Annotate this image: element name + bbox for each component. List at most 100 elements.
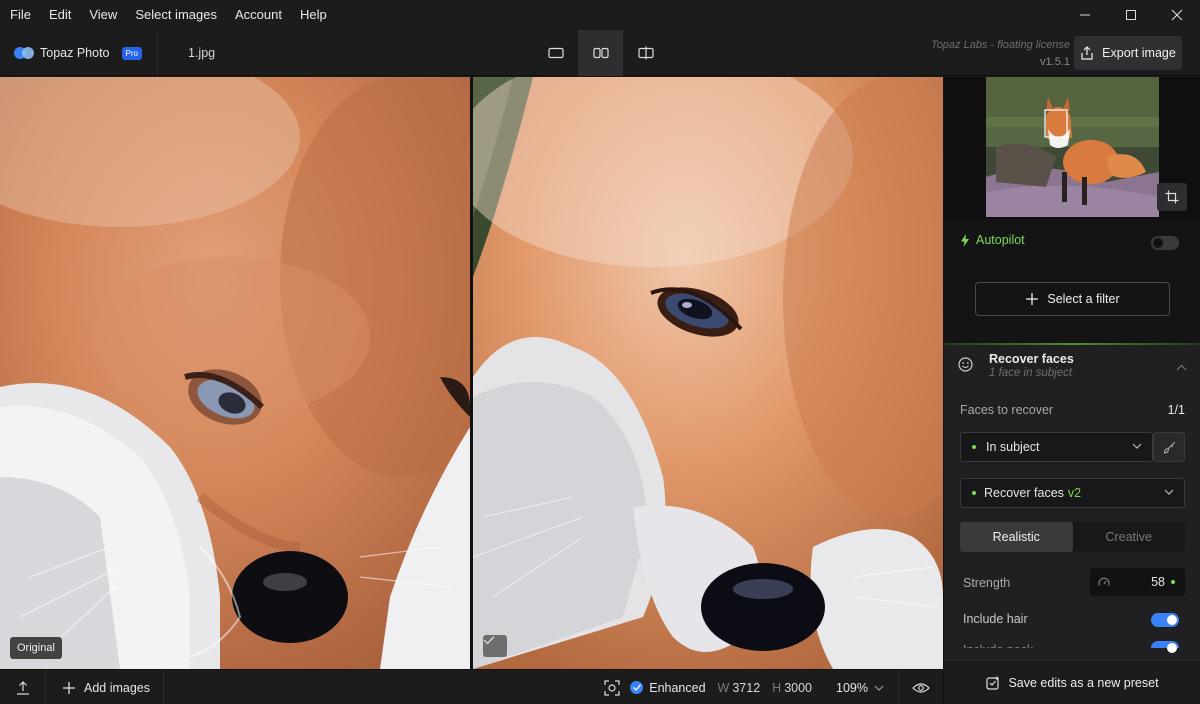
- enhanced-pane[interactable]: [473, 77, 943, 669]
- autopilot-section: Autopilot Select a filter: [944, 219, 1200, 345]
- check-icon: [483, 636, 495, 645]
- model-dropdown[interactable]: Recover faces v2: [960, 478, 1185, 508]
- strength-label: Strength: [963, 576, 1011, 590]
- face-icon-wrap: [958, 357, 973, 375]
- snapshot-button[interactable]: [594, 679, 630, 696]
- chevron-down-icon: [1132, 443, 1142, 449]
- section-title[interactable]: Recover faces: [989, 352, 1189, 366]
- model-version: v2: [1067, 486, 1082, 500]
- minimize-button[interactable]: [1062, 0, 1108, 30]
- navigator: [944, 77, 1200, 219]
- menu-help[interactable]: Help: [291, 0, 336, 30]
- right-panel: Autopilot Select a filter Recover faces …: [943, 77, 1200, 704]
- single-view-icon: [547, 47, 564, 59]
- collapse-section-button[interactable]: [1176, 359, 1187, 374]
- view-mode-group: [533, 30, 668, 76]
- image-viewer[interactable]: Original: [0, 77, 943, 669]
- side-by-side-icon: [592, 47, 609, 59]
- menu-edit[interactable]: Edit: [40, 0, 80, 30]
- upload-button[interactable]: [0, 670, 46, 704]
- chevron-down-icon: [1164, 489, 1174, 495]
- license-text: Topaz Labs - floating license: [930, 39, 1070, 51]
- eye-icon: [912, 682, 930, 693]
- fox-thumbnail-image: [986, 77, 1159, 217]
- mask-brush-button[interactable]: [1153, 432, 1185, 462]
- zoom-value: 109%: [836, 680, 868, 695]
- crop-icon: [1165, 190, 1179, 204]
- window-controls: [1062, 0, 1200, 30]
- split-view-button[interactable]: [623, 30, 668, 76]
- chevron-down-icon: [874, 685, 884, 691]
- enhanced-fox-image: [473, 77, 943, 669]
- width-readout: W 3712: [717, 680, 761, 695]
- height-readout: H 3000: [772, 680, 813, 695]
- single-view-button[interactable]: [533, 30, 578, 76]
- mode-realistic-button[interactable]: Realistic: [960, 522, 1073, 552]
- enhanced-check-icon: [630, 681, 644, 694]
- include-neck-label: Include neck: [963, 640, 1033, 648]
- original-pane[interactable]: Original: [0, 77, 470, 669]
- section-subtitle: 1 face in subject: [989, 367, 1073, 379]
- maximize-button[interactable]: [1108, 0, 1154, 30]
- recover-faces-section: Recover faces 1 face in subject Faces to…: [944, 345, 1200, 665]
- menu-view[interactable]: View: [80, 0, 126, 30]
- plus-icon: [63, 681, 75, 694]
- status-dot: [972, 491, 976, 495]
- faces-to-recover-value: 1/1: [1167, 403, 1185, 417]
- autopilot-toggle[interactable]: [1151, 236, 1179, 250]
- preview-toggle-button[interactable]: [899, 682, 943, 694]
- include-hair-label: Include hair: [963, 612, 1028, 626]
- include-hair-toggle[interactable]: [1151, 613, 1179, 627]
- menu-account[interactable]: Account: [226, 0, 291, 30]
- close-button[interactable]: [1154, 0, 1200, 30]
- strength-value: 58: [1151, 575, 1165, 589]
- chevron-up-icon: [1176, 364, 1187, 371]
- faces-to-recover-label: Faces to recover: [960, 403, 1054, 417]
- brand: Topaz Photo Pro: [14, 30, 142, 76]
- mode-creative-button[interactable]: Creative: [1073, 522, 1186, 552]
- pro-badge: Pro: [121, 46, 142, 60]
- include-neck-toggle[interactable]: [1151, 641, 1179, 653]
- modified-dot: [1171, 580, 1175, 584]
- crop-button[interactable]: [1157, 183, 1187, 211]
- add-images-button[interactable]: Add images: [46, 670, 164, 704]
- navigator-thumbnail[interactable]: [986, 77, 1159, 217]
- status-label: Enhanced: [649, 680, 706, 695]
- preset-icon: [986, 676, 1000, 690]
- export-image-button[interactable]: Export image: [1074, 36, 1182, 70]
- bottom-status-group: Enhanced W 3712 H 3000 109%: [594, 670, 943, 704]
- subject-dropdown[interactable]: In subject: [960, 432, 1153, 462]
- lightning-icon: [961, 233, 969, 247]
- status-dot: [972, 445, 976, 449]
- topaz-logo-icon: [14, 47, 34, 59]
- split-view-icon: [637, 46, 654, 60]
- select-filter-label: Select a filter: [1047, 292, 1120, 306]
- camera-frame-icon: [604, 679, 620, 696]
- model-dropdown-value: Recover faces: [984, 486, 1064, 500]
- enhanced-status: Enhanced W 3712 H 3000: [630, 681, 812, 695]
- menu-bar: File Edit View Select images Account Hel…: [0, 0, 1200, 30]
- zoom-dropdown[interactable]: 109%: [836, 670, 899, 704]
- menu-file[interactable]: File: [0, 0, 40, 30]
- plus-icon: [1026, 293, 1039, 305]
- maximize-icon: [1126, 10, 1136, 20]
- license-info: Topaz Labs - floating license v1.5.1: [931, 38, 1070, 70]
- side-by-side-view-button[interactable]: [578, 30, 623, 76]
- original-fox-image: [0, 77, 470, 669]
- menu-select-images[interactable]: Select images: [126, 0, 226, 30]
- mode-segmented-control: Realistic Creative: [960, 522, 1185, 552]
- close-icon: [1171, 9, 1183, 21]
- select-filter-button[interactable]: Select a filter: [975, 282, 1170, 316]
- add-images-label: Add images: [84, 680, 151, 695]
- save-preset-button[interactable]: Save edits as a new preset: [944, 660, 1200, 704]
- gauge-icon: [1098, 577, 1110, 586]
- brand-name: Topaz Photo: [40, 46, 110, 60]
- file-name: 1.jpg: [188, 46, 216, 60]
- bottom-bar: Add images Enhanced W 3712 H 3000 109%: [0, 669, 943, 704]
- autopilot-row: Autopilot: [960, 233, 1025, 247]
- brush-icon: [1163, 441, 1175, 454]
- subject-dropdown-value: In subject: [986, 440, 1040, 454]
- autopilot-label: Autopilot: [976, 233, 1025, 247]
- strength-input[interactable]: 58: [1090, 568, 1185, 596]
- original-label: Original: [10, 637, 62, 659]
